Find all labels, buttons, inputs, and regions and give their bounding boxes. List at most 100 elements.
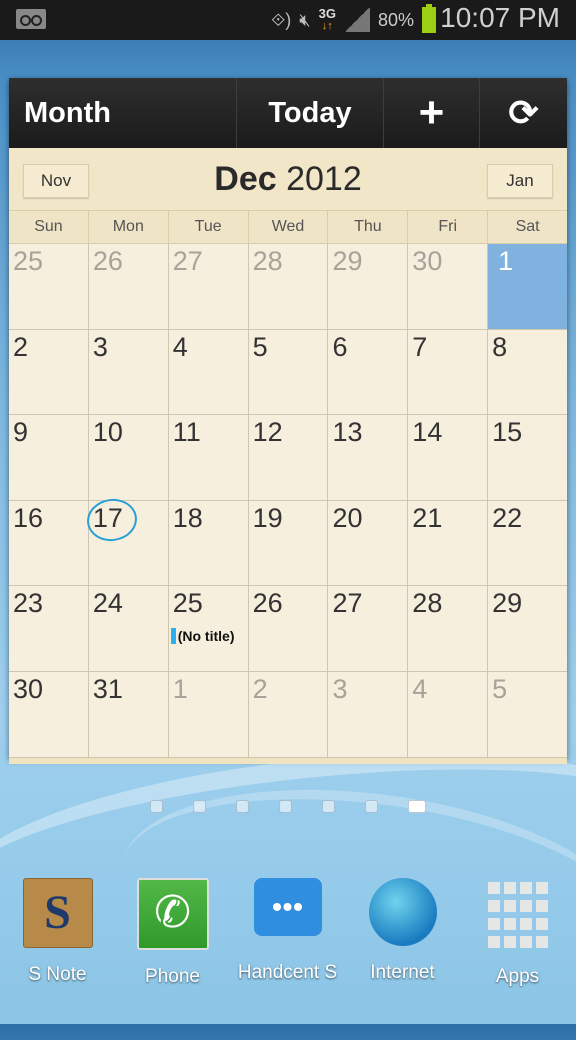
weekday-label: Thu	[327, 211, 407, 243]
day-cell[interactable]: 19	[247, 500, 328, 586]
day-number: 22	[492, 502, 523, 533]
day-cell[interactable]: 5	[487, 671, 567, 757]
app-handcent[interactable]: ••• Handcent S	[230, 878, 345, 988]
day-cell[interactable]: 25 (No title)	[167, 586, 248, 671]
day-cell[interactable]: 27	[167, 244, 248, 329]
day-cell[interactable]: 27	[327, 586, 407, 671]
day-cell[interactable]: 22	[487, 500, 567, 586]
dock: S S Note ✆ Phone ••• Handcent S Internet…	[0, 878, 576, 988]
weekday-label: Sat	[487, 211, 567, 243]
day-number: 26	[92, 246, 123, 276]
calendar-toolbar: Month Today + ⟳	[9, 78, 567, 148]
app-phone[interactable]: ✆ Phone	[115, 878, 230, 988]
day-cell[interactable]: 9	[9, 415, 88, 500]
year: 2012	[286, 160, 362, 198]
week-row: 23 24 25 (No title) 26 27 28 29	[9, 586, 567, 672]
day-cell[interactable]: 4	[167, 329, 248, 415]
day-cell[interactable]: 7	[407, 329, 487, 415]
day-cell[interactable]: 5	[247, 329, 328, 415]
day-number: 28	[252, 246, 283, 276]
app-label: S Note	[28, 964, 87, 985]
signal-icon	[343, 8, 370, 32]
weekday-label: Mon	[87, 211, 168, 243]
day-number: 4	[172, 331, 188, 362]
app-label: Phone	[145, 966, 200, 987]
day-cell[interactable]: 13	[327, 415, 407, 500]
day-cell[interactable]: 3	[327, 671, 407, 757]
battery-percent: 80%	[377, 9, 414, 30]
battery-icon	[422, 4, 436, 33]
day-number: 3	[92, 331, 108, 362]
page-dot[interactable]	[322, 800, 335, 813]
refresh-button[interactable]: ⟳	[479, 78, 567, 148]
day-cell[interactable]: 6	[327, 329, 407, 415]
day-cell[interactable]: 2	[9, 330, 88, 415]
day-number: 12	[252, 417, 283, 448]
nfc-icon: ⟐)	[271, 9, 292, 30]
status-bar: ⟐) 🔇︎ 3G ↓↑ 80% 10:07 PM	[0, 0, 576, 40]
day-cell[interactable]: 26	[87, 244, 168, 329]
day-cell[interactable]: 4	[407, 671, 487, 757]
day-cell-selected[interactable]: 1	[487, 244, 568, 329]
next-month-button[interactable]: Jan	[487, 164, 553, 198]
day-cell[interactable]: 16	[9, 501, 88, 586]
day-cell[interactable]: 18	[167, 500, 248, 586]
day-cell[interactable]: 28	[407, 586, 487, 671]
day-cell[interactable]: 25	[9, 244, 88, 329]
day-cell[interactable]: 26	[247, 586, 328, 671]
day-cell[interactable]: 1	[167, 671, 248, 757]
app-label: Handcent S	[237, 962, 338, 983]
day-cell[interactable]: 29	[487, 586, 567, 671]
day-cell[interactable]: 30	[9, 672, 88, 757]
month-title: Dec 2012	[9, 160, 567, 199]
day-cell[interactable]: 28	[247, 244, 328, 329]
today-button[interactable]: Today	[236, 78, 383, 148]
app-s-note[interactable]: S S Note	[0, 878, 115, 988]
refresh-icon: ⟳	[508, 92, 539, 133]
page-dot[interactable]	[408, 800, 426, 813]
day-cell[interactable]: 2	[247, 671, 328, 757]
messaging-icon: •••	[253, 878, 322, 936]
day-cell[interactable]: 15	[487, 415, 567, 500]
page-dot[interactable]	[279, 800, 292, 813]
view-mode-button[interactable]: Month	[9, 78, 236, 148]
day-cell[interactable]: 10	[87, 415, 168, 500]
day-number: 20	[332, 502, 363, 533]
network-type: 3G	[318, 6, 336, 21]
day-number: 30	[412, 246, 443, 276]
event-color-bar	[170, 628, 176, 645]
page-dot[interactable]	[365, 800, 378, 813]
day-cell-today[interactable]: 17	[87, 500, 168, 586]
day-number: 27	[172, 246, 203, 276]
day-number: 25	[172, 588, 203, 619]
day-cell[interactable]: 8	[487, 329, 567, 415]
day-number: 26	[252, 588, 283, 619]
mute-icon: 🔇︎	[299, 9, 311, 30]
day-cell[interactable]: 3	[87, 329, 168, 415]
day-cell[interactable]: 29	[327, 244, 407, 329]
day-number: 19	[252, 502, 283, 533]
calendar-widget: Month Today + ⟳ Nov Dec 2012 Jan Sun Mon…	[9, 78, 568, 764]
app-label: Apps	[495, 966, 540, 987]
phone-icon: ✆	[136, 878, 209, 950]
day-cell[interactable]: 11	[167, 415, 248, 500]
page-dot[interactable]	[236, 800, 249, 813]
month-grid: 25 26 27 28 29 30 1 2 3 4 5 6 7 8 9 10 11 12 13 14 15 16 17 18 1…	[9, 244, 568, 758]
day-cell[interactable]: 21	[407, 500, 487, 586]
day-cell[interactable]: 24	[87, 586, 168, 671]
app-apps[interactable]: Apps	[460, 878, 575, 988]
day-cell[interactable]: 30	[407, 244, 487, 329]
day-cell[interactable]: 12	[247, 415, 328, 500]
week-row: 25 26 27 28 29 30 1	[9, 244, 568, 330]
day-cell[interactable]: 23	[9, 586, 88, 671]
event-chip[interactable]: (No title)	[170, 628, 234, 645]
day-cell[interactable]: 31	[87, 671, 168, 757]
day-cell[interactable]: 20	[327, 500, 407, 586]
add-event-button[interactable]: +	[383, 78, 479, 148]
app-internet[interactable]: Internet	[345, 878, 460, 988]
day-cell[interactable]: 14	[407, 415, 487, 500]
day-number: 18	[172, 502, 203, 533]
day-number: 8	[492, 331, 508, 362]
page-dot[interactable]	[150, 800, 163, 813]
page-dot[interactable]	[193, 800, 206, 813]
